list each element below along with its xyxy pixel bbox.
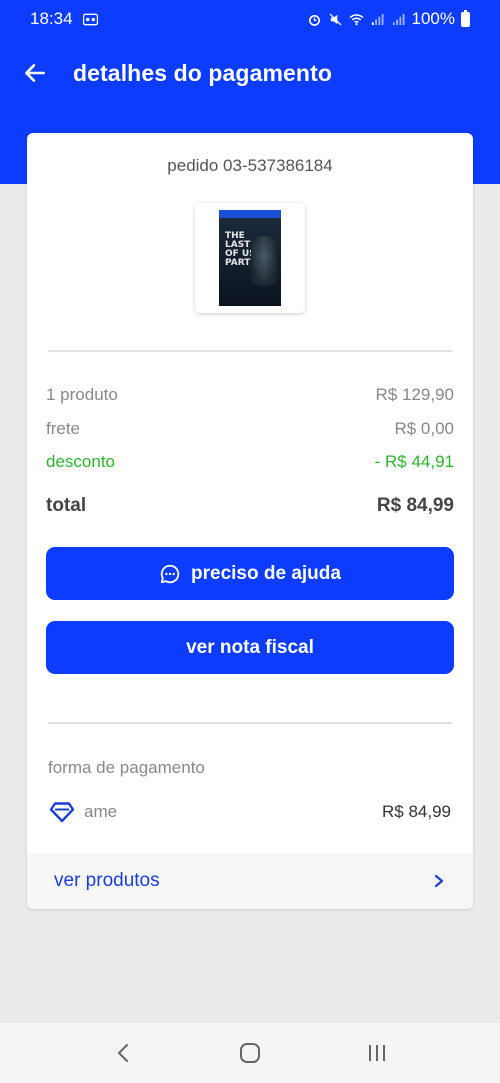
payment-method-value: R$ 84,99 [382,802,451,821]
summary-total-label: total [46,495,87,516]
arrow-left-icon[interactable] [22,60,48,86]
see-products-link[interactable]: ver produtos [27,853,473,909]
ame-heart-icon [49,802,75,823]
summary-product-value: R$ 129,90 [375,385,454,404]
summary-shipping-label: frete [46,419,81,438]
divider [48,722,452,724]
order-id: pedido 03-537386184 [167,156,333,175]
invoice-button[interactable]: ver nota fiscal [46,621,454,674]
mute-icon [328,12,342,26]
summary-shipping-value: R$ 0,00 [394,419,454,438]
summary-discount-value: - R$ 44,91 [374,452,454,471]
summary-product-label: 1 produto [46,385,118,404]
product-thumbnail[interactable]: THE LAST OF US PART II [195,203,305,313]
signal-icon-2 [392,13,405,25]
help-button[interactable]: preciso de ajuda [46,547,454,600]
signal-icon [371,13,384,25]
nav-home-button[interactable] [235,1038,265,1068]
product-cover-image: THE LAST OF US PART II [219,210,281,306]
payment-method-name: ame [84,802,118,821]
page-title: detalhes do pagamento [73,60,332,86]
help-button-label: preciso de ajuda [191,562,341,584]
battery-icon [461,9,470,27]
summary-row-discount: desconto - R$ 44,91 [46,452,454,472]
wifi-icon [348,13,364,25]
chat-bubble-icon [160,564,180,583]
battery-percent: 100% [411,9,455,28]
payment-section-label: forma de pagamento [48,758,205,777]
payment-method-row: ame R$ 84,99 [49,801,451,823]
recents-icon [368,1045,385,1061]
chevron-right-icon [434,874,444,888]
nav-back-button[interactable] [108,1038,138,1068]
summary-row-shipping: frete R$ 0,00 [46,419,454,439]
status-time: 18:34 [30,9,73,28]
summary-row-total: total R$ 84,99 [46,495,454,517]
invoice-button-label: ver nota fiscal [186,636,314,658]
system-nav-bar [0,1023,500,1083]
summary-total-value: R$ 84,99 [376,495,454,516]
status-bar: 18:34 100% [0,0,500,38]
summary-row-product: 1 produto R$ 129,90 [46,385,454,405]
alarm-icon [308,14,320,26]
home-circle-icon [239,1043,260,1063]
see-products-label: ver produtos [54,870,160,891]
divider [48,350,452,352]
chevron-left-icon [117,1044,129,1062]
voicemail-icon [82,13,98,25]
nav-recents-button[interactable] [362,1038,392,1068]
summary-discount-label: desconto [46,452,115,471]
payment-details-card: pedido 03-537386184 THE LAST OF US PART II … [27,133,473,909]
